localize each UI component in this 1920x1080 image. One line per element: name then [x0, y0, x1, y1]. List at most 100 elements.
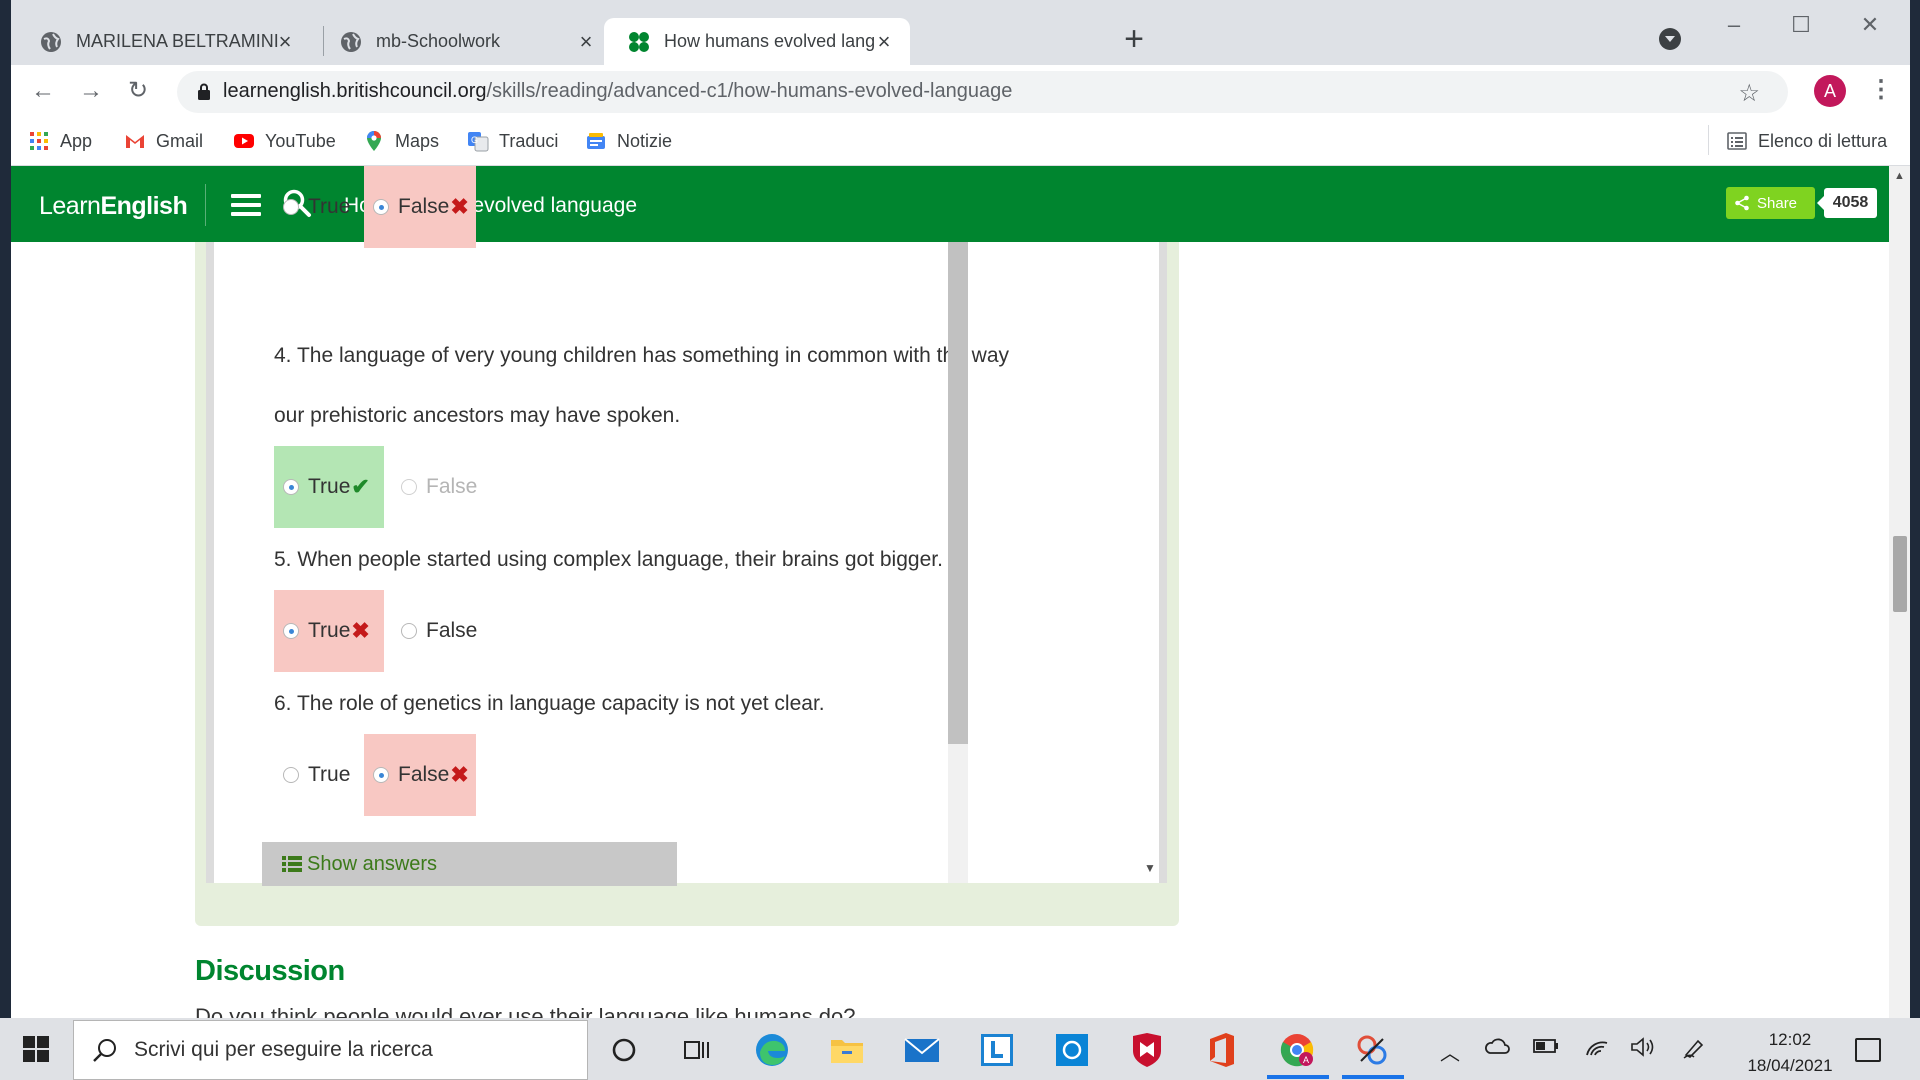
url-host: learnenglish.britishcouncil.org: [223, 80, 487, 102]
kebab-menu-icon[interactable]: ⋮: [1869, 75, 1893, 107]
close-icon[interactable]: ×: [273, 30, 297, 54]
bookmark-label: YouTube: [265, 130, 336, 151]
tab-schoolwork[interactable]: mb-Schoolwork ×: [311, 18, 612, 65]
back-arrow-icon[interactable]: ←: [27, 75, 59, 107]
mcafee-icon[interactable]: [1129, 1032, 1165, 1068]
hamburger-menu-icon[interactable]: [231, 194, 261, 216]
edge-icon[interactable]: [754, 1032, 790, 1068]
scroll-up-arrow-icon[interactable]: ▲: [1894, 170, 1905, 182]
list-icon: [282, 856, 302, 872]
show-answers-button[interactable]: Show answers: [262, 842, 677, 886]
option-label: True: [308, 763, 351, 786]
page-scrollbar-thumb[interactable]: [1893, 536, 1907, 612]
windows-start-icon[interactable]: [23, 1036, 49, 1062]
bookmark-apps[interactable]: App: [28, 127, 92, 155]
show-hidden-icons-chevron-icon[interactable]: ︿: [1440, 1037, 1460, 1066]
tab-strip: MARILENA BELTRAMINI × mb-Schoolwork × Ho…: [11, 0, 1910, 65]
url-path: /skills/reading/advanced-c1/how-humans-e…: [486, 80, 1013, 102]
profile-avatar[interactable]: A: [1814, 75, 1846, 107]
bookmark-youtube[interactable]: YouTube: [233, 127, 336, 155]
option-label: True: [308, 475, 351, 498]
option-true[interactable]: True: [274, 734, 364, 816]
scroll-down-arrow-icon[interactable]: ▼: [1144, 861, 1156, 875]
radio-button-selected[interactable]: [283, 479, 299, 495]
close-icon[interactable]: ×: [574, 30, 598, 54]
radio-button-selected[interactable]: [373, 767, 389, 783]
option-false-wrong[interactable]: False ✖: [364, 166, 476, 248]
pen-icon[interactable]: [1682, 1037, 1706, 1065]
radio-button[interactable]: [283, 199, 299, 215]
forward-arrow-icon[interactable]: →: [75, 75, 107, 107]
taskbar-search-box[interactable]: Scrivi qui per eseguire la ricerca: [73, 1020, 588, 1080]
notifications-icon[interactable]: [1855, 1038, 1881, 1062]
maps-pin-icon: [367, 131, 381, 151]
app-blue-icon[interactable]: [1054, 1032, 1090, 1068]
minimize-icon[interactable]: –: [1719, 10, 1749, 40]
bookmark-notizie[interactable]: Notizie: [585, 127, 672, 155]
question-4-text-line-1: 4. The language of very young children h…: [274, 344, 1010, 367]
snip-sketch-icon[interactable]: [1354, 1032, 1390, 1068]
share-button[interactable]: Share: [1726, 187, 1815, 219]
learnenglish-icon: [629, 31, 649, 52]
reading-list-label: Elenco di lettura: [1758, 130, 1888, 151]
bookmark-traduci[interactable]: G Traduci: [467, 127, 558, 155]
onedrive-cloud-icon[interactable]: [1484, 1037, 1510, 1061]
tab-how-humans[interactable]: How humans evolved language | ×: [604, 18, 910, 65]
option-label: False: [398, 195, 450, 218]
office-icon[interactable]: [1204, 1032, 1240, 1068]
bookmark-separator: [1708, 125, 1709, 155]
address-bar[interactable]: learnenglish.britishcouncil.org/skills/r…: [177, 71, 1788, 113]
bookmark-maps[interactable]: Maps: [363, 127, 439, 155]
window-close-icon[interactable]: ✕: [1855, 10, 1885, 40]
option-false[interactable]: False: [392, 590, 504, 672]
l-app-icon[interactable]: [979, 1032, 1015, 1068]
option-true-wrong[interactable]: True ✖: [274, 590, 384, 672]
reading-list-icon: [1727, 132, 1747, 150]
option-label: False: [426, 475, 478, 498]
close-icon[interactable]: ×: [872, 30, 896, 54]
learnenglish-logo[interactable]: LearnEnglish: [39, 192, 188, 221]
news-icon: [587, 133, 605, 149]
option-false-wrong[interactable]: False ✖: [364, 734, 476, 816]
task-view-icon[interactable]: [679, 1032, 715, 1068]
svg-text:A: A: [1303, 1055, 1309, 1065]
radio-button[interactable]: [283, 767, 299, 783]
clock-time: 12:02: [1768, 1030, 1812, 1049]
tab-search-icon[interactable]: [1659, 28, 1681, 50]
reading-list-button[interactable]: Elenco di lettura: [1726, 127, 1887, 155]
show-answers-label: Show answers: [307, 852, 438, 875]
windows-taskbar: Scrivi qui per eseguire la ricerca A ︿ 1…: [0, 1018, 1920, 1080]
radio-button-selected[interactable]: [283, 623, 299, 639]
radio-button[interactable]: [401, 623, 417, 639]
exercise-scrollbar-thumb[interactable]: [948, 242, 968, 744]
new-tab-plus-icon[interactable]: +: [1118, 22, 1150, 56]
file-explorer-icon[interactable]: [829, 1032, 865, 1068]
option-true-correct[interactable]: True ✔: [274, 446, 384, 528]
cortana-icon[interactable]: [606, 1032, 642, 1068]
system-clock[interactable]: 12:02 18/04/2021: [1730, 1027, 1850, 1079]
wrong-x-icon: ✖: [450, 194, 469, 219]
wifi-icon[interactable]: [1584, 1037, 1610, 1063]
tab-title: How humans evolved language |: [664, 31, 874, 51]
discussion-text: Do you think people would ever use their…: [195, 1004, 856, 1018]
browser-window: MARILENA BELTRAMINI × mb-Schoolwork × Ho…: [11, 0, 1910, 1018]
option-label: True: [308, 195, 351, 218]
lock-icon: [198, 83, 210, 100]
youtube-icon: [234, 134, 254, 148]
reload-icon[interactable]: ↻: [122, 75, 154, 107]
volume-icon[interactable]: [1630, 1037, 1656, 1063]
bookmark-star-icon[interactable]: ☆: [1738, 79, 1760, 108]
share-icon: [1735, 195, 1749, 211]
search-icon: [93, 1039, 116, 1062]
mail-icon[interactable]: [904, 1032, 940, 1068]
question-5-text: 5. When people started using complex lan…: [274, 548, 943, 571]
radio-button-selected[interactable]: [373, 199, 389, 215]
chrome-icon[interactable]: A: [1279, 1032, 1315, 1068]
apps-grid-icon: [30, 132, 48, 150]
tab-marilena[interactable]: MARILENA BELTRAMINI ×: [11, 18, 311, 65]
globe-icon: [41, 31, 61, 52]
radio-button: [401, 479, 417, 495]
battery-icon[interactable]: [1533, 1037, 1559, 1061]
bookmark-gmail[interactable]: Gmail: [124, 127, 203, 155]
maximize-icon[interactable]: ☐: [1786, 10, 1816, 40]
